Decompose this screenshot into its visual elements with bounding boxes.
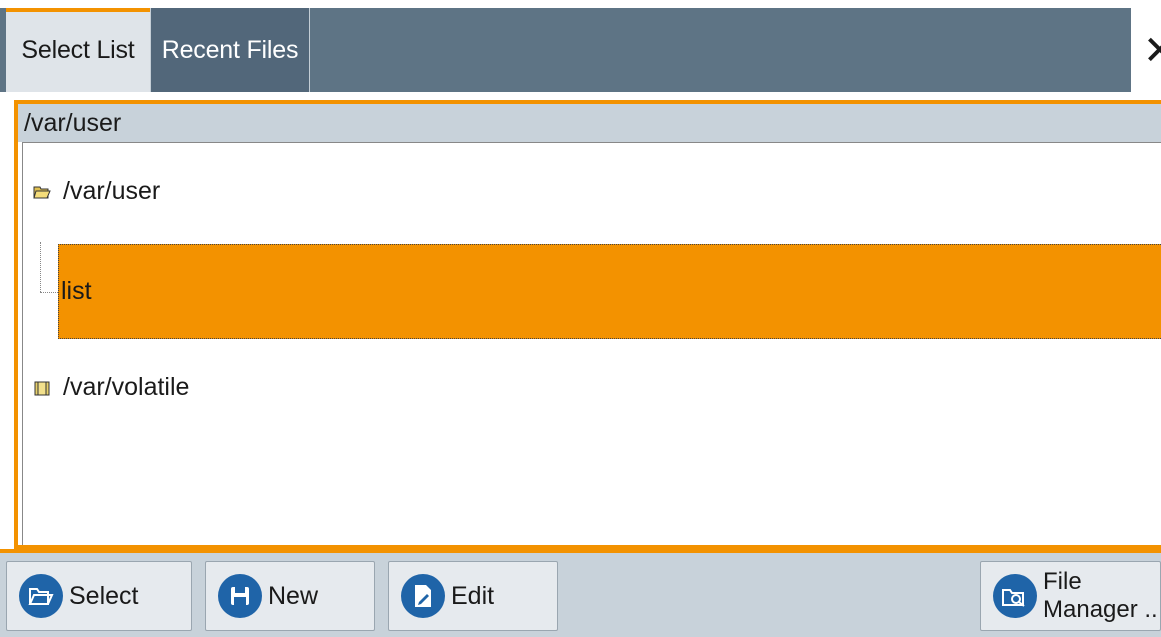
- folder-open-icon: [33, 186, 51, 198]
- top-strip: [0, 0, 1161, 8]
- tab-recent-files[interactable]: Recent Files: [150, 8, 310, 92]
- tree-item-label: list: [61, 277, 92, 305]
- file-manager-button[interactable]: File Manager ..: [980, 561, 1161, 631]
- tab-bar: Select List Recent Files: [0, 8, 1161, 92]
- tree-connector: [40, 292, 60, 293]
- edit-button-label: Edit: [451, 581, 495, 610]
- tree-node-var-volatile[interactable]: /var/volatile: [33, 373, 189, 402]
- select-button[interactable]: Select: [6, 561, 192, 631]
- tree-connector: [40, 242, 41, 292]
- spacer: [0, 92, 1161, 100]
- folder-search-icon: [993, 574, 1037, 618]
- edit-button[interactable]: Edit: [388, 561, 558, 631]
- new-button[interactable]: New: [205, 561, 375, 631]
- tree-node-var-user[interactable]: /var/user: [33, 177, 160, 206]
- edit-document-icon: [401, 574, 445, 618]
- tree-node-label: /var/volatile: [63, 373, 190, 401]
- select-button-label: Select: [69, 581, 139, 610]
- tree-node-label: /var/user: [63, 177, 161, 205]
- tab-select-list[interactable]: Select List: [6, 8, 150, 92]
- button-bar: Select New Edit File Manager ..: [0, 549, 1161, 637]
- current-path: /var/user: [18, 104, 1161, 142]
- close-button[interactable]: ✕: [1131, 8, 1161, 92]
- folder-open-icon: [19, 574, 63, 618]
- floppy-disk-icon: [218, 574, 262, 618]
- tree-item-list-selected[interactable]: list: [58, 244, 1161, 339]
- file-manager-label-line1: File: [1043, 568, 1082, 595]
- new-button-label: New: [268, 581, 319, 610]
- file-manager-label-line2: Manager ..: [1043, 596, 1158, 623]
- folder-closed-icon: [34, 381, 50, 395]
- close-icon: ✕: [1143, 28, 1161, 74]
- file-manager-button-label: File Manager ..: [1043, 568, 1158, 624]
- file-select-panel: /var/user /var/user list /var/volatile: [14, 100, 1161, 549]
- directory-tree[interactable]: /var/user list /var/volatile: [22, 142, 1161, 545]
